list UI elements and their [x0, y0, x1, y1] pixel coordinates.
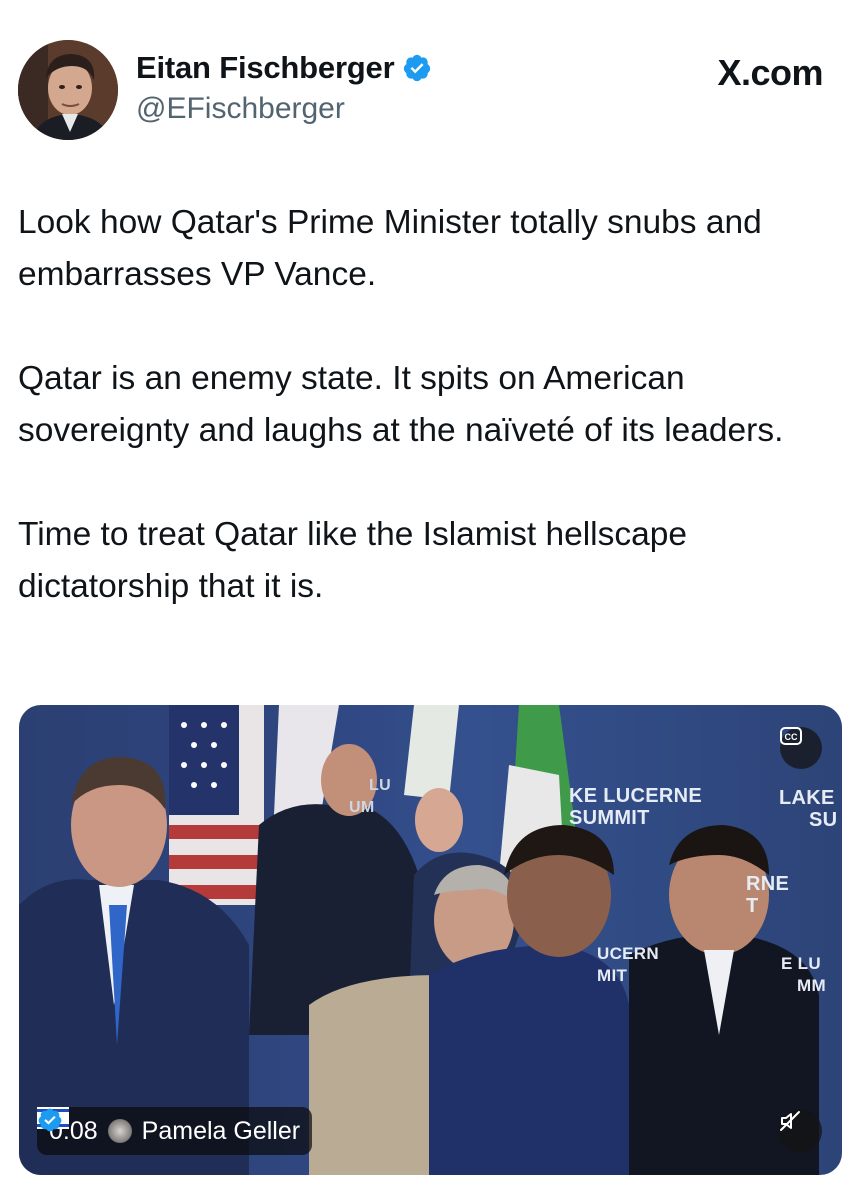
verified-badge-icon: [38, 1108, 62, 1132]
summit-banner-text: LAKE SU: [779, 787, 838, 831]
video-info-bar: 0:08 Pamela Geller: [37, 1107, 313, 1155]
author-handle[interactable]: @EFischberger: [136, 92, 432, 126]
speaker-muted-icon: [780, 1111, 800, 1131]
summit-banner-text: LU UM: [349, 777, 391, 816]
tweet-header: Eitan Fischberger @EFischberger X.com: [18, 40, 843, 140]
video-frame-image: [19, 705, 819, 1175]
tweet-paragraph: Look how Qatar's Prime Minister totally …: [18, 204, 762, 293]
author-avatar[interactable]: [18, 40, 118, 140]
verified-badge-icon: [404, 54, 431, 82]
author-info: Eitan Fischberger @EFischberger: [136, 50, 432, 126]
video-player[interactable]: KE LUCERNE SUMMIT LAKE SU LU UM RNE T UC…: [19, 705, 842, 1175]
avatar-portrait-icon: [18, 40, 118, 140]
summit-banner-text: RNE T: [746, 873, 790, 917]
source-avatar[interactable]: [107, 1119, 132, 1143]
author-display-name[interactable]: Eitan Fischberger: [136, 50, 395, 86]
mute-button[interactable]: [778, 1109, 822, 1153]
tweet-paragraph: Time to treat Qatar like the Islamist he…: [18, 516, 688, 605]
summit-banner-text: E LU MM: [781, 954, 826, 995]
video-source-name[interactable]: Pamela Geller: [142, 1117, 300, 1146]
site-label: X.com: [717, 52, 823, 93]
closed-captions-icon: CC: [780, 727, 802, 745]
summit-banner-text: UCERN MIT: [597, 944, 659, 985]
tweet-paragraph: Qatar is an enemy state. It spits on Ame…: [18, 360, 784, 449]
tweet-text: Look how Qatar's Prime Minister totally …: [18, 197, 828, 613]
captions-button[interactable]: CC: [780, 727, 822, 769]
summit-banner-text: KE LUCERNE SUMMIT: [569, 785, 703, 829]
svg-text:CC: CC: [785, 732, 798, 742]
